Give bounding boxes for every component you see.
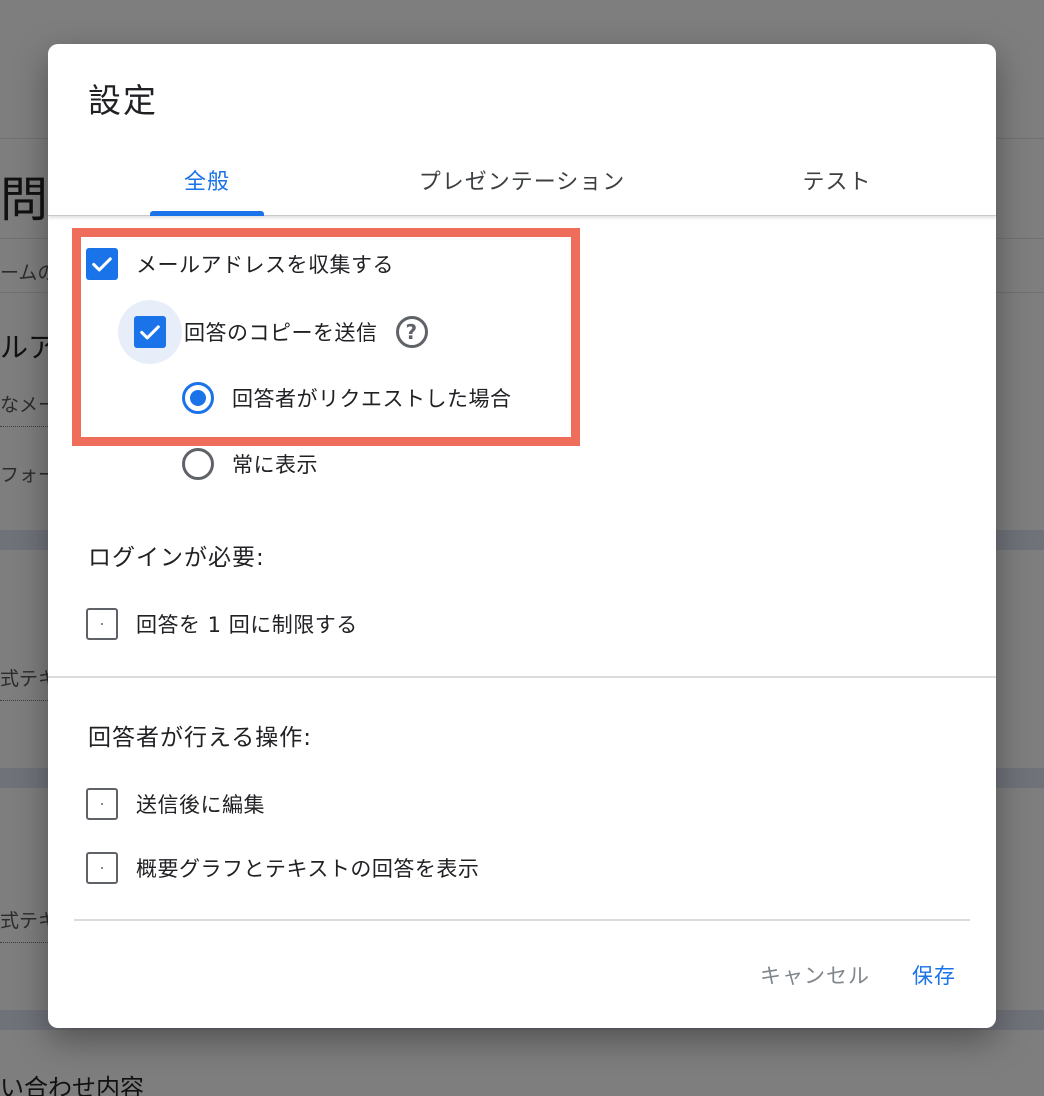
radio-option-always[interactable]: 常に表示 <box>182 448 318 480</box>
footer-divider <box>74 919 970 921</box>
tab-test[interactable]: テスト <box>748 164 926 216</box>
edit-after-submit-checkbox[interactable] <box>86 788 118 820</box>
section-divider <box>48 676 996 678</box>
dialog-title: 設定 <box>88 81 158 120</box>
login-section-title: ログインが必要: <box>88 545 265 571</box>
active-tab-indicator <box>150 211 264 216</box>
limit-one-row[interactable]: 回答を 1 回に制限する <box>86 608 358 640</box>
limit-one-checkbox[interactable] <box>86 608 118 640</box>
cancel-button[interactable]: キャンセル <box>760 960 870 990</box>
edit-after-submit-row[interactable]: 送信後に編集 <box>86 788 265 820</box>
edit-after-submit-label: 送信後に編集 <box>136 793 265 817</box>
view-summary-row[interactable]: 概要グラフとテキストの回答を表示 <box>86 852 479 884</box>
radio-button-always[interactable] <box>182 448 214 480</box>
view-summary-label: 概要グラフとテキストの回答を表示 <box>136 857 480 881</box>
view-summary-checkbox[interactable] <box>86 852 118 884</box>
respondent-section-title: 回答者が行える操作: <box>88 725 313 751</box>
limit-one-label: 回答を 1 回に制限する <box>136 613 358 637</box>
save-button[interactable]: 保存 <box>912 960 956 990</box>
radio-label: 常に表示 <box>232 453 318 477</box>
settings-dialog: 設定 全般 プレゼンテーション テスト メールアドレスを収集する 回答のコピーを… <box>48 44 996 1028</box>
tab-presentation[interactable]: プレゼンテーション <box>378 164 666 216</box>
tab-general[interactable]: 全般 <box>150 164 264 216</box>
tab-bar: 全般 プレゼンテーション テスト <box>48 154 996 216</box>
highlight-box <box>72 228 580 446</box>
